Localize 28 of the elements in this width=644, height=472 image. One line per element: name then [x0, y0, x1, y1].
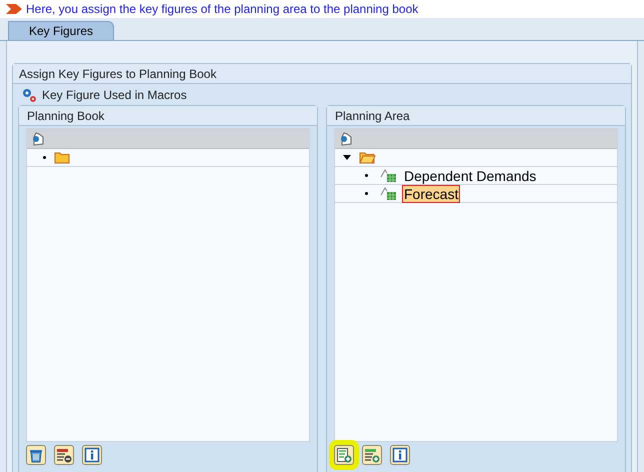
- panel-title: Planning Area: [327, 106, 625, 126]
- key-figure-icon: [380, 168, 398, 182]
- document-add-icon: [336, 447, 352, 463]
- bullet-icon[interactable]: [43, 156, 46, 159]
- open-folder-icon: [359, 151, 376, 164]
- trash-icon: [28, 447, 44, 463]
- list-add-icon: [364, 447, 380, 463]
- info-icon: [392, 447, 408, 463]
- toolbar-button[interactable]: [390, 445, 410, 465]
- toolbar-button[interactable]: [26, 445, 46, 465]
- toolbar-button[interactable]: [54, 445, 74, 465]
- tree-node[interactable]: Dependent Demands: [402, 166, 538, 184]
- tab[interactable]: Key Figures: [8, 21, 114, 40]
- bullet-icon: [365, 192, 368, 195]
- toolbar-button[interactable]: [82, 445, 102, 465]
- group-title: Assign Key Figures to Planning Book: [13, 64, 631, 84]
- panel-title: Planning Book: [19, 106, 317, 126]
- bullet-icon: [365, 174, 368, 177]
- message-text: Here, you assign the key figures of the planning area to the planning book: [26, 1, 418, 18]
- arrow-icon: [6, 4, 22, 14]
- folder-icon: [54, 151, 71, 164]
- tree-node[interactable]: Forecast: [402, 184, 460, 202]
- list-remove-icon: [56, 447, 72, 463]
- key-figure-icon: [380, 186, 398, 200]
- expanded-arrow-icon[interactable]: [343, 155, 351, 160]
- macro-button[interactable]: Key Figure Used in Macros: [13, 84, 195, 105]
- info-icon: [84, 447, 100, 463]
- toolbar-button[interactable]: [362, 445, 382, 465]
